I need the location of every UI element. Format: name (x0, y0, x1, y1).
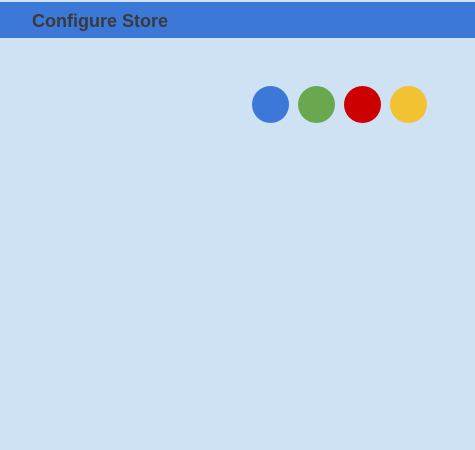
color-option-yellow[interactable] (390, 86, 427, 123)
app-window: Configure Store (0, 0, 475, 450)
color-option-green[interactable] (298, 86, 335, 123)
color-option-blue[interactable] (252, 86, 289, 123)
color-picker (252, 86, 427, 123)
page-title: Configure Store (32, 11, 169, 31)
color-option-red[interactable] (344, 86, 381, 123)
header-bar: Configure Store (0, 2, 475, 38)
